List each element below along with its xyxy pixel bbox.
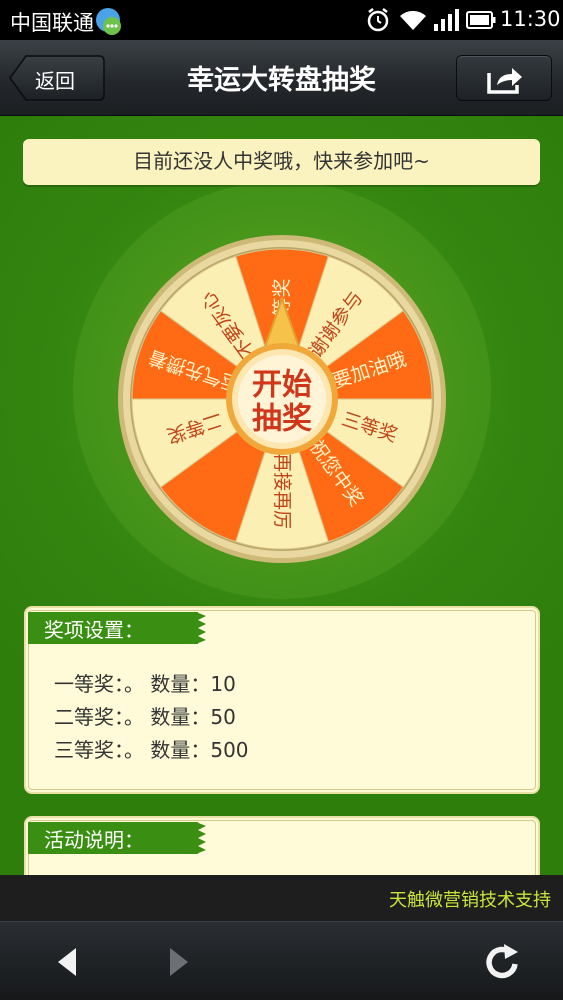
app-header: 返回 幸运大转盘抽奖 xyxy=(0,40,563,116)
start-button-label: 开始 xyxy=(252,368,312,403)
signal-icon xyxy=(433,9,459,31)
prize-row: 三等奖：。 数量：500 xyxy=(54,734,249,767)
share-button[interactable] xyxy=(456,55,552,101)
prize-qty-label: 数量： xyxy=(150,672,211,696)
wheel-segment-label: 再接再厉 xyxy=(271,453,293,529)
clock-time: 11:30 xyxy=(500,7,561,31)
instructions-title: 活动说明： xyxy=(44,828,144,852)
prize-list: 一等奖：。 数量：10 二等奖：。 数量：50 三等奖：。 数量：500 xyxy=(54,668,249,767)
share-icon xyxy=(487,68,522,94)
prize-qty-label: 数量： xyxy=(150,738,211,762)
back-button-label: 返回 xyxy=(35,69,75,93)
back-button[interactable]: 返回 xyxy=(9,55,105,101)
prize-qty: 50 xyxy=(210,705,236,729)
prize-name: 三等奖： xyxy=(54,738,124,762)
status-bar: 中国联通 11:30 xyxy=(0,0,563,40)
start-button-label: 抽奖 xyxy=(252,402,312,437)
alarm-icon xyxy=(366,7,390,33)
prize-row: 二等奖：。 数量：50 xyxy=(54,701,249,734)
refresh-icon xyxy=(486,944,518,979)
prize-desc: 。 xyxy=(124,705,144,729)
carrier-label: 中国联通 xyxy=(10,11,94,35)
instructions-tab: 活动说明： xyxy=(28,822,206,854)
main-content: 目前还没人中奖哦，快来参加吧~ 一等奖谢谢参与要加油哦三等奖祝您中奖再接再厉二等… xyxy=(0,116,563,875)
prize-desc: 。 xyxy=(124,738,144,762)
browser-navbar xyxy=(0,921,563,1000)
instructions-panel: 活动说明： xyxy=(24,816,540,875)
forward-arrow-icon xyxy=(170,948,188,976)
winner-banner: 目前还没人中奖哦，快来参加吧~ xyxy=(23,139,540,185)
wheel-graphic[interactable]: 一等奖谢谢参与要加油哦三等奖祝您中奖再接再厉二等奖运气先攒着不要灰心开始抽奖 xyxy=(117,234,447,564)
battery-icon xyxy=(466,11,496,29)
prize-qty: 10 xyxy=(210,672,236,696)
nav-refresh-button[interactable] xyxy=(480,940,524,984)
wifi-icon xyxy=(399,9,427,31)
prize-settings-title: 奖项设置： xyxy=(44,618,144,642)
prize-qty-label: 数量： xyxy=(150,705,211,729)
prize-name: 二等奖： xyxy=(54,705,124,729)
prize-desc: 。 xyxy=(124,672,144,696)
prize-qty: 500 xyxy=(210,738,249,762)
prize-row: 一等奖：。 数量：10 xyxy=(54,668,249,701)
prize-settings-tab: 奖项设置： xyxy=(28,612,206,644)
support-bar: 天触微营销技术支持 xyxy=(0,875,563,921)
prize-wheel: 一等奖谢谢参与要加油哦三等奖祝您中奖再接再厉二等奖运气先攒着不要灰心开始抽奖 xyxy=(117,234,447,564)
page-title: 幸运大转盘抽奖 xyxy=(187,65,376,96)
back-arrow-icon xyxy=(58,948,76,976)
prize-settings-panel: 奖项设置： 一等奖：。 数量：10 二等奖：。 数量：50 三等奖：。 数量：5… xyxy=(24,606,540,794)
tech-support-label: 天触微营销技术支持 xyxy=(389,890,551,911)
nav-forward-button[interactable] xyxy=(156,940,200,984)
nav-back-button[interactable] xyxy=(46,940,90,984)
prize-name: 一等奖： xyxy=(54,672,124,696)
qq-icon xyxy=(94,4,124,36)
